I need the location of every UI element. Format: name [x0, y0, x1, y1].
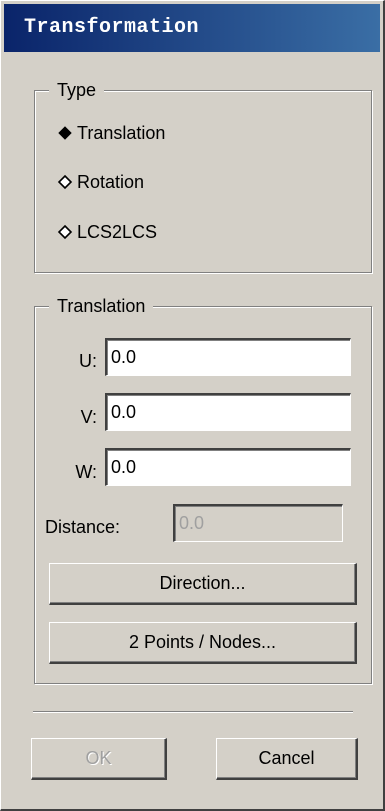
radio-unselected-icon [57, 224, 73, 240]
distance-label: Distance: [45, 517, 121, 537]
type-group-legend: Type [49, 79, 105, 101]
translation-group-legend: Translation [49, 295, 154, 317]
radio-selected-icon [58, 126, 72, 140]
w-label: W: [75, 462, 97, 482]
radio-unselected-icon [57, 174, 73, 190]
two-points-nodes-button[interactable]: 2 Points / Nodes... [49, 622, 357, 664]
direction-button[interactable]: Direction... [49, 563, 357, 605]
radio-rotation-label: Rotation [77, 172, 145, 192]
radio-translation-label: Translation [77, 123, 166, 143]
cancel-button[interactable]: Cancel [216, 738, 358, 780]
distance-field: 0.0 [173, 504, 343, 542]
v-field[interactable]: 0.0 [105, 393, 351, 431]
translation-group: Translation U: 0.0 V: 0.0 W: 0.0 Distanc… [34, 295, 372, 684]
radio-translation[interactable]: Translation [57, 121, 165, 145]
type-group: Type Translation Rotation LCS2LCS [34, 79, 372, 273]
w-field[interactable]: 0.0 [105, 448, 351, 486]
radio-lcs2lcs-label: LCS2LCS [77, 222, 158, 242]
title-bar[interactable]: Transformation [4, 4, 380, 52]
transformation-dialog: Transformation Type Translation Rotation… [0, 0, 385, 811]
radio-rotation[interactable]: Rotation [57, 170, 144, 194]
u-field[interactable]: 0.0 [105, 338, 351, 376]
u-label: U: [79, 351, 97, 371]
v-label: V: [80, 407, 97, 427]
footer-separator [33, 711, 353, 713]
ok-button[interactable]: OK [31, 738, 167, 780]
window-title: Transformation [24, 16, 200, 39]
radio-lcs2lcs[interactable]: LCS2LCS [57, 220, 157, 244]
